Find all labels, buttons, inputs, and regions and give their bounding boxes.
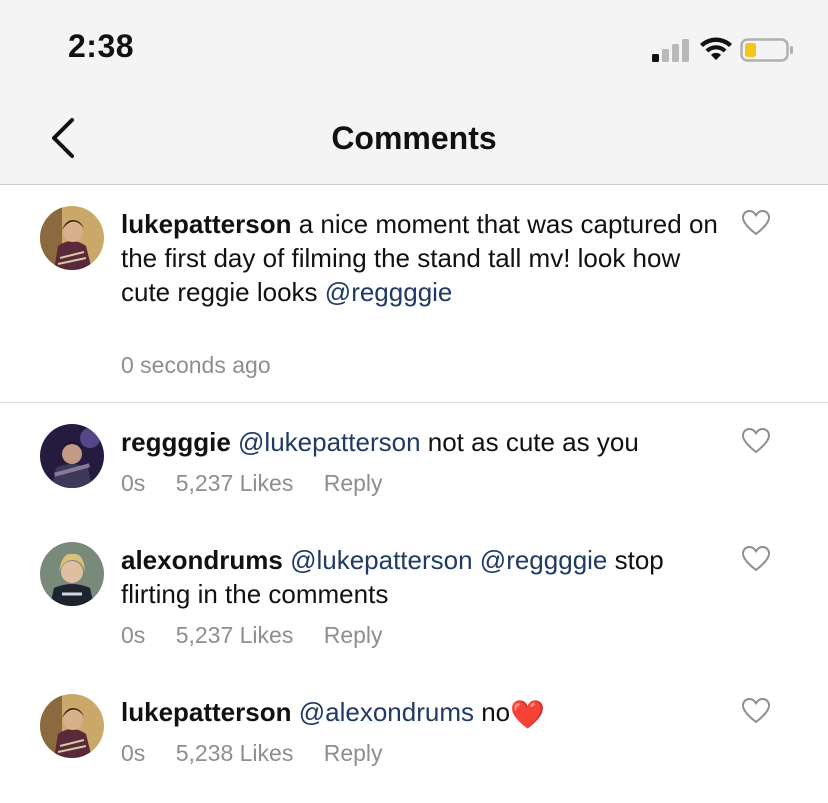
- comment-username[interactable]: alexondrums: [121, 545, 283, 575]
- comment-text: lukepatterson a nice moment that was cap…: [121, 207, 721, 309]
- heart-outline-icon[interactable]: [741, 427, 771, 455]
- comment-meta: 0 seconds ago: [121, 352, 295, 379]
- timestamp: 0 seconds ago: [121, 352, 271, 378]
- heart-outline-icon[interactable]: [741, 209, 771, 237]
- mention-link[interactable]: @reggggie: [325, 277, 453, 307]
- likes-count[interactable]: 5,237 Likes: [176, 622, 294, 648]
- comment-username[interactable]: reggggie: [121, 427, 231, 457]
- comment-username[interactable]: lukepatterson: [121, 697, 292, 727]
- page-title: Comments: [331, 120, 497, 156]
- comment-text: lukepatterson @alexondrums no❤️: [121, 695, 721, 732]
- comment-body: not as cute as you: [427, 427, 639, 457]
- comment-body: no: [481, 697, 511, 727]
- avatar[interactable]: [40, 206, 104, 270]
- timestamp: 0s: [121, 470, 146, 496]
- comment-text: reggggie @lukepatterson not as cute as y…: [121, 425, 721, 459]
- battery-low-icon: [740, 38, 793, 62]
- wifi-icon: [700, 37, 732, 60]
- reply-button[interactable]: Reply: [324, 740, 383, 766]
- comment-meta: 0s 5,238 Likes Reply: [121, 740, 407, 767]
- red-heart-emoji: ❤️: [510, 699, 546, 730]
- reply-button[interactable]: Reply: [324, 470, 383, 496]
- top-bar: 2:38 Comments: [0, 0, 828, 185]
- timestamp: 0s: [121, 740, 146, 766]
- mention-link[interactable]: @lukepatterson: [238, 427, 421, 457]
- comment-meta: 0s 5,237 Likes Reply: [121, 470, 407, 497]
- likes-count[interactable]: 5,237 Likes: [176, 470, 294, 496]
- avatar[interactable]: [40, 542, 104, 606]
- comment-username[interactable]: lukepatterson: [121, 209, 292, 239]
- comment-text: alexondrums @lukepatterson @reggggie sto…: [121, 543, 721, 611]
- comment-meta: 0s 5,237 Likes Reply: [121, 622, 407, 649]
- mention-link[interactable]: @alexondrums: [299, 697, 474, 727]
- reply-button[interactable]: Reply: [324, 622, 383, 648]
- cellular-signal-icon: [652, 39, 689, 62]
- avatar[interactable]: [40, 694, 104, 758]
- status-time: 2:38: [68, 28, 135, 64]
- mention-link[interactable]: @lukepatterson: [290, 545, 473, 575]
- timestamp: 0s: [121, 622, 146, 648]
- avatar[interactable]: [40, 424, 104, 488]
- divider: [0, 402, 828, 403]
- heart-outline-icon[interactable]: [741, 545, 771, 573]
- heart-outline-icon[interactable]: [741, 697, 771, 725]
- likes-count[interactable]: 5,238 Likes: [176, 740, 294, 766]
- mention-link[interactable]: @reggggie: [480, 545, 608, 575]
